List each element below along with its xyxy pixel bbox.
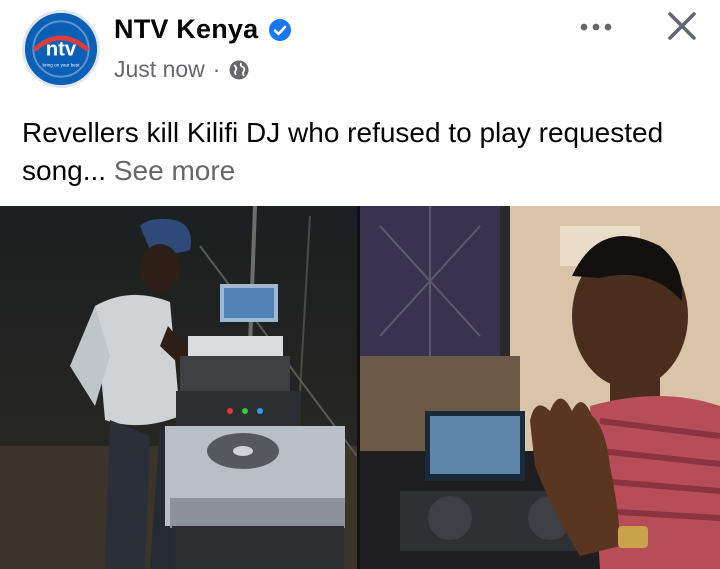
photo-dj-selfie[interactable]: [360, 206, 720, 569]
logo-text: ntv: [46, 38, 77, 60]
more-dots-icon: [580, 23, 612, 31]
see-more-link[interactable]: See more: [114, 155, 235, 186]
globe-icon: [229, 60, 249, 79]
post-meta: Just now ·: [114, 56, 250, 83]
verified-badge-icon: [269, 19, 291, 41]
page-name[interactable]: NTV Kenya: [114, 14, 258, 45]
close-post-button[interactable]: [660, 4, 704, 48]
dj-selfie-photo: [360, 206, 720, 569]
facebook-post: ntv bring on your best NTV Kenya Just no…: [0, 0, 720, 569]
meta-separator: ·: [212, 56, 221, 82]
page-avatar[interactable]: ntv bring on your best: [22, 10, 100, 88]
photo-grid: [0, 206, 720, 569]
photo-dj-at-turntables[interactable]: [0, 206, 357, 569]
more-options-button[interactable]: [574, 12, 618, 42]
ntv-logo-icon: ntv bring on your best: [25, 13, 97, 85]
post-caption: Revellers kill Kilifi DJ who refused to …: [22, 114, 682, 190]
dj-at-turntables-photo: [0, 206, 357, 569]
logo-tagline: bring on your best: [43, 63, 81, 68]
post-timestamp[interactable]: Just now: [114, 56, 205, 83]
post-header: ntv bring on your best NTV Kenya Just no…: [0, 0, 720, 100]
close-icon: [668, 12, 696, 40]
